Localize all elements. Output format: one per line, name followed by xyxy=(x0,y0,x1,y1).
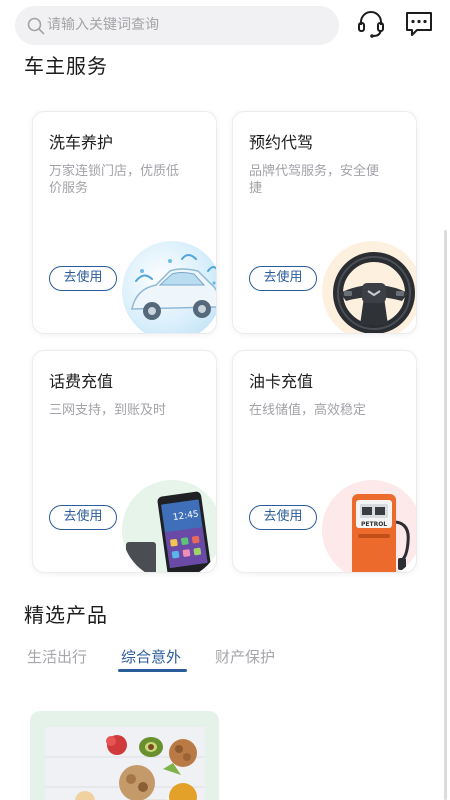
products-section-title: 精选产品 xyxy=(24,603,108,627)
message-icon[interactable] xyxy=(404,9,434,39)
card-description: 在线储值，高效稳定 xyxy=(249,403,367,418)
tab-property-protection[interactable]: 财产保护 xyxy=(215,647,275,667)
healthy-food-image xyxy=(45,727,205,800)
service-card-fuel-card-topup[interactable]: 油卡充值 在线储值，高效稳定 去使用 PETROL xyxy=(232,350,417,573)
search-placeholder: 请输入关键词查询 xyxy=(47,17,159,33)
use-button[interactable]: 去使用 xyxy=(49,505,117,530)
car-wash-image xyxy=(122,241,216,333)
customer-service-icon[interactable] xyxy=(355,8,387,40)
scrollbar[interactable] xyxy=(444,230,447,800)
tab-comprehensive-accident[interactable]: 综合意外 xyxy=(121,647,181,667)
product-tabs: 生活出行 综合意外 财产保护 xyxy=(0,645,450,675)
card-description: 万家连锁门店，优质低价服务 xyxy=(49,164,180,196)
search-icon xyxy=(27,17,45,35)
search-bar[interactable]: 请输入关键词查询 xyxy=(15,6,339,45)
service-card-designated-driver[interactable]: 预约代驾 品牌代驾服务，安全便捷 去使用 xyxy=(232,111,417,334)
fuel-pump-label: PETROL xyxy=(361,521,387,528)
use-button[interactable]: 去使用 xyxy=(249,266,317,291)
service-card-car-wash[interactable]: 洗车养护 万家连锁门店，优质低价服务 去使用 xyxy=(32,111,217,334)
product-card[interactable] xyxy=(30,711,219,800)
top-bar: 请输入关键词查询 xyxy=(0,0,450,52)
use-button[interactable]: 去使用 xyxy=(49,266,117,291)
card-title: 洗车养护 xyxy=(49,133,114,152)
smartphone-image: 12:45 xyxy=(122,480,216,572)
use-button[interactable]: 去使用 xyxy=(249,505,317,530)
tab-life-travel[interactable]: 生活出行 xyxy=(27,647,87,667)
fuel-pump-image: PETROL xyxy=(322,480,416,572)
card-title: 话费充值 xyxy=(49,372,114,391)
card-title: 油卡充值 xyxy=(249,372,314,391)
card-description: 品牌代驾服务，安全便捷 xyxy=(249,164,380,196)
steering-wheel-image xyxy=(322,241,416,333)
service-section-title: 车主服务 xyxy=(24,54,108,78)
card-description: 三网支持，到账及时 xyxy=(49,403,167,418)
active-tab-indicator xyxy=(118,669,187,672)
service-card-phone-topup[interactable]: 话费充值 三网支持，到账及时 去使用 12:45 xyxy=(32,350,217,573)
card-title: 预约代驾 xyxy=(249,133,314,152)
